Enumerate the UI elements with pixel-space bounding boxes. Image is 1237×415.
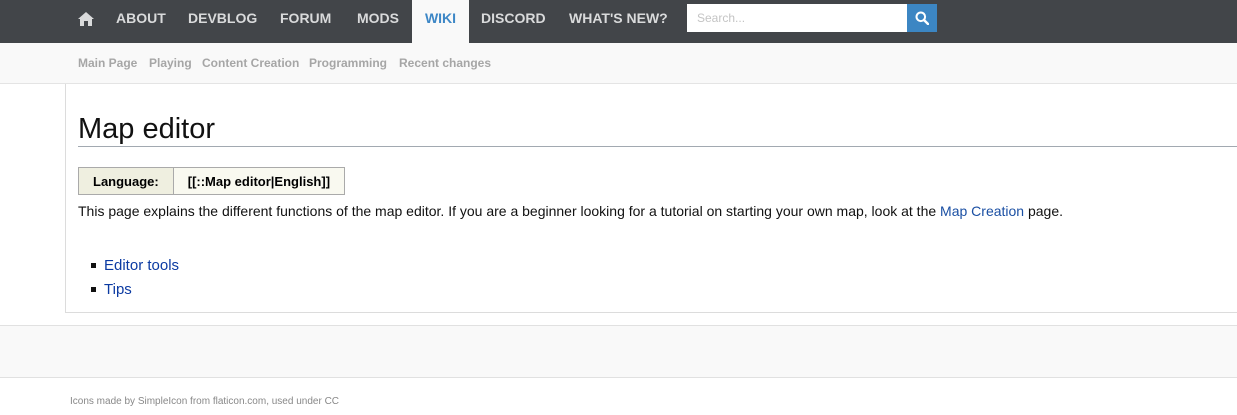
intro-text-after: page. <box>1024 203 1064 219</box>
nav-discord[interactable]: DISCORD <box>481 0 546 37</box>
home-link[interactable] <box>74 0 98 37</box>
search-form <box>687 4 937 32</box>
home-icon <box>78 11 94 26</box>
search-icon <box>915 11 929 25</box>
nav-whats-new[interactable]: WHAT'S NEW? <box>569 0 668 37</box>
bullet-icon <box>91 262 96 268</box>
list-item-label: Tips <box>104 281 132 298</box>
nav-devblog[interactable]: DEVBLOG <box>188 0 257 37</box>
subnav-content-creation[interactable]: Content Creation <box>202 56 299 70</box>
bullet-icon <box>91 286 96 292</box>
subnav-recent-changes[interactable]: Recent changes <box>399 56 491 70</box>
nav-wiki[interactable]: WIKI <box>412 0 469 43</box>
subnav-programming[interactable]: Programming <box>309 56 387 70</box>
language-table: Language: [[::Map editor|English]] <box>78 167 346 195</box>
search-button[interactable] <box>907 4 937 32</box>
subnav-playing[interactable]: Playing <box>149 56 192 70</box>
intro-paragraph: This page explains the different functio… <box>78 203 1063 219</box>
intro-text-before: This page explains the different functio… <box>78 203 941 219</box>
nav-forum[interactable]: FORUM <box>280 0 331 37</box>
list-item-label: Editor tools <box>104 257 180 274</box>
page-title: Map editor <box>78 113 216 145</box>
section-list: Editor tools Tips <box>91 254 179 302</box>
map-creation-link[interactable]: Map Creation <box>940 203 1024 219</box>
list-item-tips[interactable]: Tips <box>91 278 179 302</box>
title-divider <box>78 146 1237 147</box>
nav-about[interactable]: ABOUT <box>116 0 166 37</box>
nav-mods[interactable]: MODS <box>357 0 399 37</box>
article-content: Map editor Language: [[::Map editor|Engl… <box>65 84 1237 313</box>
wiki-subnav: Main Page Playing Content Creation Progr… <box>0 43 1237 84</box>
subnav-main-page[interactable]: Main Page <box>78 56 137 70</box>
footer-band <box>0 325 1237 378</box>
language-value: [[::Map editor|English]] <box>172 167 346 195</box>
search-input[interactable] <box>687 4 907 32</box>
top-navigation-bar: ABOUT DEVBLOG FORUM MODS WIKI DISCORD WH… <box>0 0 1237 43</box>
language-label: Language: <box>78 167 174 195</box>
list-item-editor-tools[interactable]: Editor tools <box>91 254 179 278</box>
footer-credit: Icons made by SimpleIcon from flaticon.c… <box>70 396 340 407</box>
